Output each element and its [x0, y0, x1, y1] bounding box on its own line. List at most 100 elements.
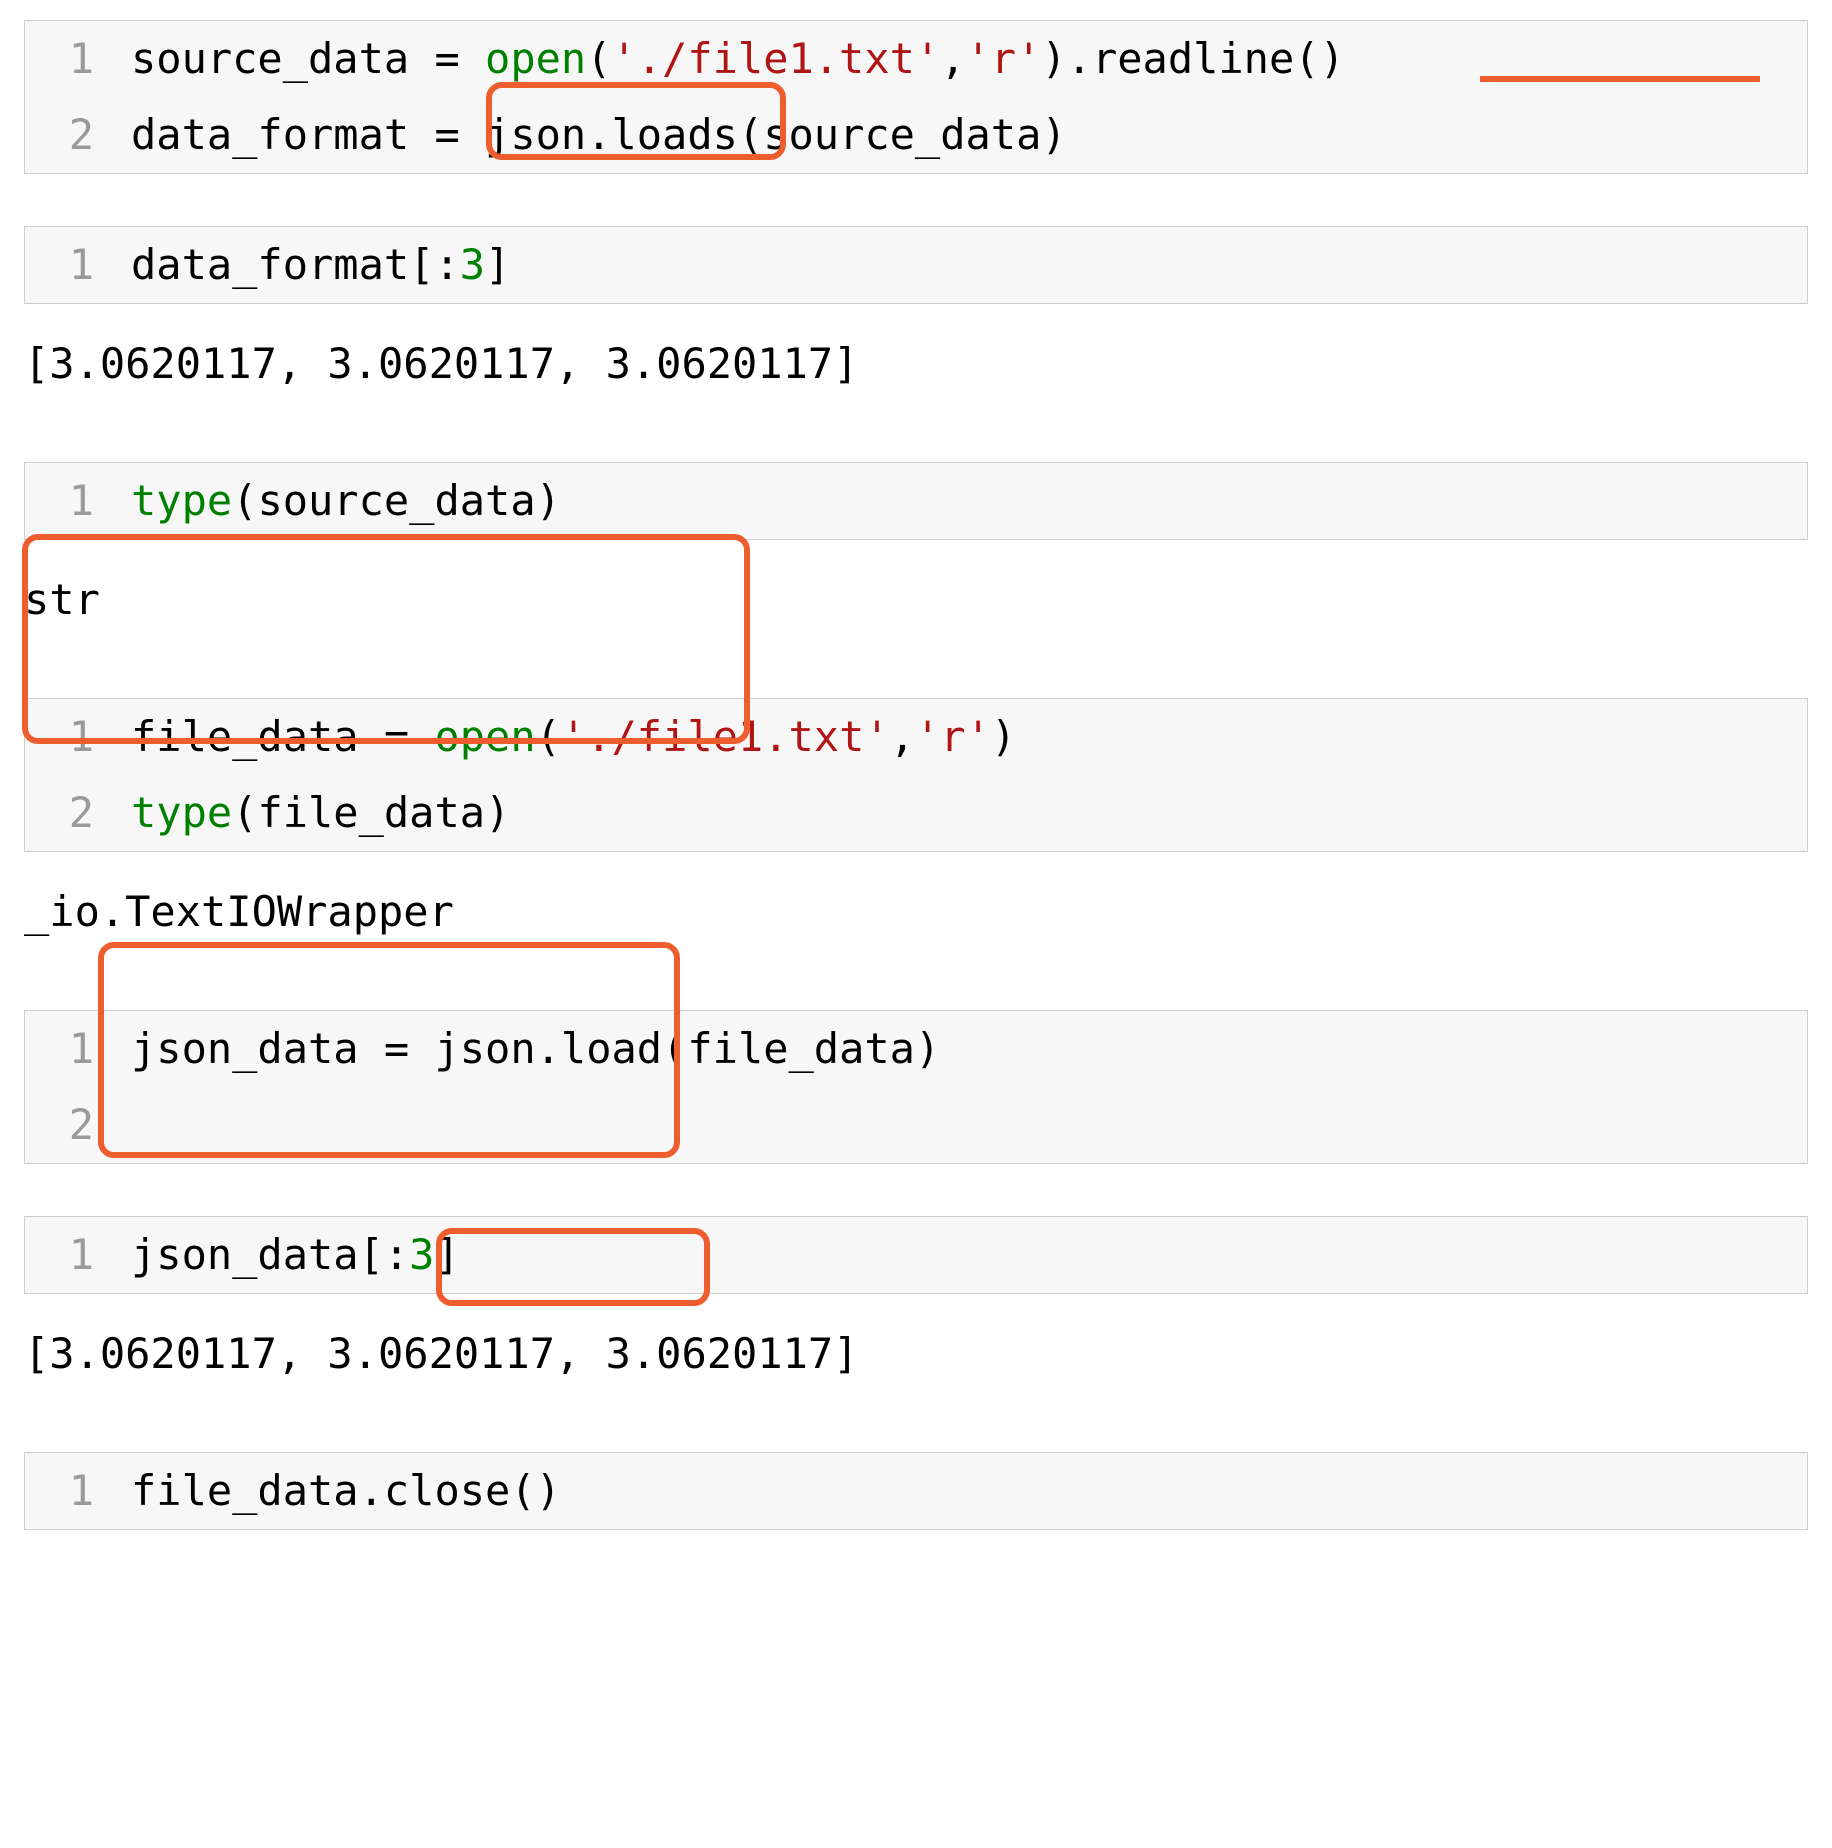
code-token	[409, 712, 434, 761]
code-token: ]	[485, 240, 510, 289]
code-token: type	[131, 476, 232, 525]
line-number: 1	[25, 227, 113, 303]
code-line: 1json_data = json.load(file_data)	[25, 1011, 1807, 1087]
cell-gap	[24, 1538, 1808, 1582]
code-line: 2data_format = json.loads(source_data)	[25, 97, 1807, 173]
line-number: 1	[25, 1217, 113, 1293]
code-line: 1type(source_data)	[25, 463, 1807, 539]
code-token: (	[232, 788, 257, 837]
code-token: ()	[1294, 34, 1345, 83]
code-line: 2type(file_data)	[25, 775, 1807, 851]
code-token: ,	[890, 712, 915, 761]
code-token: (	[738, 110, 763, 159]
code-token: data_format	[131, 110, 434, 159]
code-token: loads	[611, 110, 737, 159]
code-content[interactable]: file_data = open('./file1.txt','r')	[113, 699, 1807, 775]
code-content[interactable]: type(file_data)	[113, 775, 1807, 851]
line-number: 2	[25, 1087, 113, 1163]
code-cell[interactable]: 1file_data.close()	[24, 1452, 1808, 1530]
code-token: =	[384, 1024, 409, 1073]
line-number: 1	[25, 1453, 113, 1529]
code-token: file_data	[131, 1466, 359, 1515]
code-token	[460, 110, 485, 159]
code-token: =	[434, 34, 459, 83]
code-token: source_data	[131, 34, 434, 83]
cell-output: [3.0620117, 3.0620117, 3.0620117]	[24, 1302, 1808, 1408]
code-content[interactable]: data_format = json.loads(source_data)	[113, 97, 1807, 173]
code-content[interactable]: data_format[:3]	[113, 227, 1807, 303]
code-line: 1json_data[:3]	[25, 1217, 1807, 1293]
code-line: 1file_data.close()	[25, 1453, 1807, 1529]
code-token: )	[536, 476, 561, 525]
code-token: =	[384, 712, 409, 761]
code-content[interactable]: file_data.close()	[113, 1453, 1807, 1529]
code-token: )	[1041, 110, 1066, 159]
code-token: data_format[	[131, 240, 434, 289]
code-token: json_data[	[131, 1230, 384, 1279]
code-token: open	[434, 712, 535, 761]
code-token: )	[485, 788, 510, 837]
line-number: 1	[25, 21, 113, 97]
code-token: 'r'	[966, 34, 1042, 83]
code-cell[interactable]: 1source_data = open('./file1.txt','r').r…	[24, 20, 1808, 174]
code-token: './file1.txt'	[561, 712, 890, 761]
code-token: :	[434, 240, 459, 289]
code-content[interactable]: source_data = open('./file1.txt','r').re…	[113, 21, 1807, 97]
line-number: 2	[25, 97, 113, 173]
code-token: json	[434, 1024, 535, 1073]
code-token: json	[485, 110, 586, 159]
line-number: 2	[25, 775, 113, 851]
code-token: readline	[1092, 34, 1294, 83]
code-token: 'r'	[915, 712, 991, 761]
code-token: ()	[510, 1466, 561, 1515]
cell-output: str	[24, 548, 1808, 654]
code-token	[409, 1024, 434, 1073]
cell-output: [3.0620117, 3.0620117, 3.0620117]	[24, 312, 1808, 418]
notebook-view: 1source_data = open('./file1.txt','r').r…	[0, 0, 1832, 1622]
code-token: )	[1041, 34, 1066, 83]
cell-output: _io.TextIOWrapper	[24, 860, 1808, 966]
code-content[interactable]	[113, 1087, 1807, 1163]
code-token: (	[536, 712, 561, 761]
code-content[interactable]: type(source_data)	[113, 463, 1807, 539]
code-token: .	[586, 110, 611, 159]
line-number: 1	[25, 1011, 113, 1087]
code-line: 1file_data = open('./file1.txt','r')	[25, 699, 1807, 775]
code-cell[interactable]: 1type(source_data)	[24, 462, 1808, 540]
line-number: 1	[25, 699, 113, 775]
code-token: file_data	[257, 788, 485, 837]
code-token: file_data	[131, 712, 384, 761]
code-content[interactable]: json_data = json.load(file_data)	[113, 1011, 1807, 1087]
code-token: ,	[940, 34, 965, 83]
code-token: 3	[409, 1230, 434, 1279]
code-token: json_data	[131, 1024, 384, 1073]
code-token: type	[131, 788, 232, 837]
code-cell[interactable]: 1json_data[:3]	[24, 1216, 1808, 1294]
code-token: (	[586, 34, 611, 83]
code-token: .	[359, 1466, 384, 1515]
code-token: .	[536, 1024, 561, 1073]
code-token: open	[485, 34, 586, 83]
code-line: 1source_data = open('./file1.txt','r').r…	[25, 21, 1807, 97]
code-cell[interactable]: 1json_data = json.load(file_data)2	[24, 1010, 1808, 1164]
line-number: 1	[25, 463, 113, 539]
code-token: )	[991, 712, 1016, 761]
code-token: (	[662, 1024, 687, 1073]
code-token: ]	[434, 1230, 459, 1279]
code-token	[460, 34, 485, 83]
code-content[interactable]: json_data[:3]	[113, 1217, 1807, 1293]
code-token: .	[1067, 34, 1092, 83]
cell-gap	[24, 182, 1808, 226]
code-token: (	[232, 476, 257, 525]
cell-gap	[24, 1172, 1808, 1216]
code-token: load	[561, 1024, 662, 1073]
code-token: close	[384, 1466, 510, 1515]
code-cell[interactable]: 1file_data = open('./file1.txt','r')2typ…	[24, 698, 1808, 852]
code-cell[interactable]: 1data_format[:3]	[24, 226, 1808, 304]
code-token: source_data	[763, 110, 1041, 159]
code-token: :	[384, 1230, 409, 1279]
code-line: 1data_format[:3]	[25, 227, 1807, 303]
code-token: )	[915, 1024, 940, 1073]
code-line: 2	[25, 1087, 1807, 1163]
code-token: './file1.txt'	[611, 34, 940, 83]
